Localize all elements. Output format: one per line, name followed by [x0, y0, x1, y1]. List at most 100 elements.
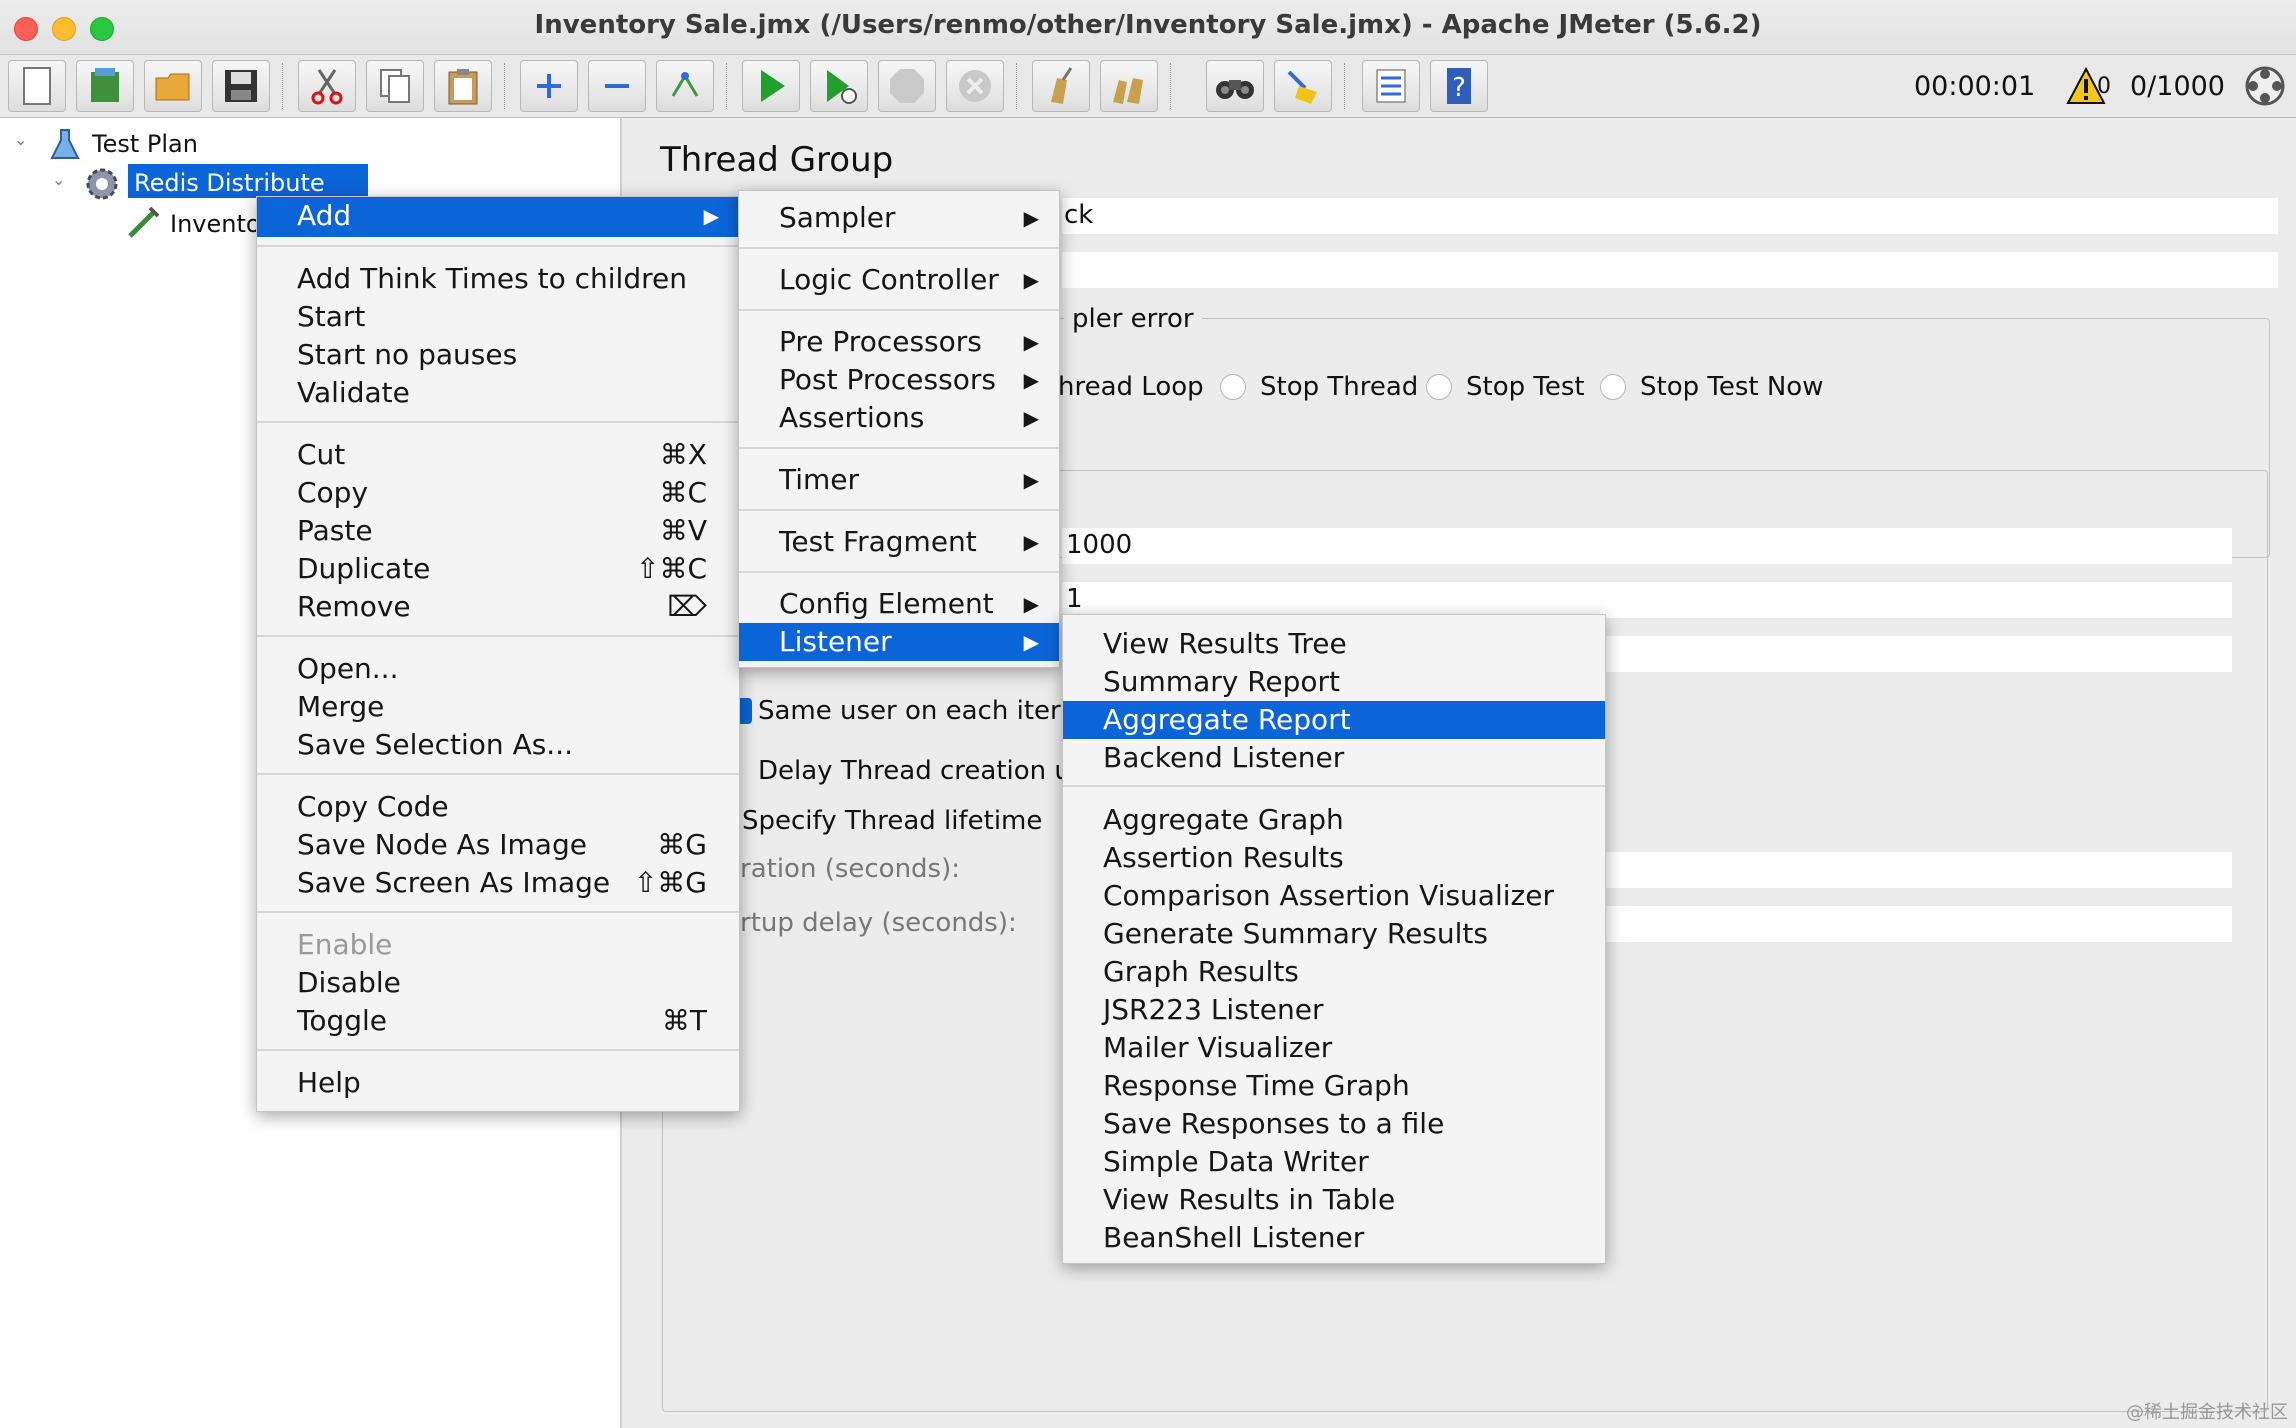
menu-item-save-selection[interactable]: Save Selection As...: [257, 726, 739, 764]
menu-item-view-results-tree[interactable]: View Results Tree: [1063, 625, 1605, 663]
panel-title: Thread Group: [660, 140, 894, 180]
menu-item-aggregate-report[interactable]: Aggregate Report: [1063, 701, 1605, 739]
clear-button[interactable]: [1032, 60, 1090, 112]
menu-item-paste[interactable]: Paste ⌘V: [257, 512, 739, 550]
start-no-pauses-button[interactable]: [810, 60, 868, 112]
new-button[interactable]: [8, 60, 66, 112]
cut-button[interactable]: [298, 60, 356, 112]
menu-item-save-node-image[interactable]: Save Node As Image ⌘G: [257, 826, 739, 864]
menu-item-start[interactable]: Start: [257, 298, 739, 336]
menu-item-graph-results[interactable]: Graph Results: [1063, 953, 1605, 991]
menu-item-start-no-pauses[interactable]: Start no pauses: [257, 336, 739, 374]
chevron-down-icon[interactable]: ⌄: [52, 170, 65, 189]
menu-item-merge[interactable]: Merge: [257, 688, 739, 726]
menu-item-assertions[interactable]: Assertions ▶: [739, 399, 1059, 437]
stop-icon: [890, 69, 924, 103]
gear-icon: [86, 168, 118, 200]
menu-item-assertion-results[interactable]: Assertion Results: [1063, 839, 1605, 877]
collapse-all-button[interactable]: [588, 60, 646, 112]
rampup-field[interactable]: [1062, 582, 2232, 618]
shutdown-button[interactable]: [946, 60, 1004, 112]
menu-item-copy-code[interactable]: Copy Code: [257, 788, 739, 826]
pipette-icon: [128, 206, 160, 238]
menu-item-timer[interactable]: Timer ▶: [739, 461, 1059, 499]
copy-button[interactable]: [366, 60, 424, 112]
menu-item-aggregate-graph[interactable]: Aggregate Graph: [1063, 801, 1605, 839]
thread-status: 0/1000: [2130, 71, 2225, 102]
toggle-icon: [671, 72, 699, 97]
menu-item-post-processors[interactable]: Post Processors ▶: [739, 361, 1059, 399]
rampup-value: 1: [1066, 584, 1083, 614]
tree-item-test-plan[interactable]: Test Plan: [92, 130, 198, 158]
comments-field[interactable]: [1062, 252, 2278, 288]
menu-item-enable: Enable: [297, 928, 393, 961]
menu-item-add[interactable]: Add ▶: [257, 197, 739, 237]
start-button[interactable]: [742, 60, 800, 112]
menu-item-remove[interactable]: Remove ⌦: [257, 588, 739, 626]
menu-item-view-results-table[interactable]: View Results in Table: [1063, 1181, 1605, 1219]
radio-stop-test[interactable]: [1426, 374, 1452, 400]
menu-item-save-responses[interactable]: Save Responses to a file: [1063, 1105, 1605, 1143]
reset-search-button[interactable]: [1274, 60, 1332, 112]
shutdown-icon: [959, 70, 991, 102]
menu-item-listener[interactable]: Listener ▶: [739, 623, 1059, 661]
paste-button[interactable]: [434, 60, 492, 112]
tree-item-thread-group[interactable]: Redis Distribute Lock: [128, 164, 368, 198]
toolbar: ? 00:00:01 0 0/1000: [0, 55, 2296, 118]
window-title: Inventory Sale.jmx (/Users/renmo/other/I…: [534, 10, 1762, 40]
chevron-down-icon[interactable]: ⌄: [14, 130, 27, 149]
delay-thread-label: Delay Thread creation u: [758, 756, 1071, 786]
menu-item-copy[interactable]: Copy ⌘C: [257, 474, 739, 512]
menu-item-pre-processors[interactable]: Pre Processors ▶: [739, 323, 1059, 361]
menu-item-cut[interactable]: Cut ⌘X: [257, 436, 739, 474]
listener-submenu: View Results Tree Summary Report Aggrega…: [1062, 614, 1606, 1264]
expand-all-button[interactable]: [520, 60, 578, 112]
save-button[interactable]: [212, 60, 270, 112]
templates-button[interactable]: [76, 60, 134, 112]
help-icon: ?: [1447, 68, 1471, 104]
menu-item-beanshell-listener[interactable]: BeanShell Listener: [1063, 1219, 1605, 1257]
new-icon: [23, 67, 51, 105]
threads-field[interactable]: [1062, 528, 2232, 564]
menu-item-logic-controller[interactable]: Logic Controller ▶: [739, 261, 1059, 299]
clear-all-button[interactable]: [1100, 60, 1158, 112]
menu-item-add-think-times[interactable]: Add Think Times to children: [257, 260, 739, 298]
radio-stop-test-now[interactable]: [1600, 374, 1626, 400]
reset-search-icon: [1287, 70, 1317, 104]
start-no-pauses-icon: [827, 70, 857, 104]
function-helper-button[interactable]: [1362, 60, 1420, 112]
menu-item-save-screen-image[interactable]: Save Screen As Image ⇧⌘G: [257, 864, 739, 902]
menu-item-simple-data-writer[interactable]: Simple Data Writer: [1063, 1143, 1605, 1181]
menu-item-open[interactable]: Open...: [257, 650, 739, 688]
clear-icon: [1051, 67, 1073, 104]
search-button[interactable]: [1206, 60, 1264, 112]
menu-item-summary-report[interactable]: Summary Report: [1063, 663, 1605, 701]
duration-label: ration (seconds):: [740, 854, 961, 884]
menu-item-backend-listener[interactable]: Backend Listener: [1063, 739, 1605, 777]
add-submenu: Sampler ▶ Logic Controller ▶ Pre Processor…: [738, 190, 1060, 668]
stop-button[interactable]: [878, 60, 936, 112]
name-field[interactable]: [1062, 198, 2278, 234]
menu-item-response-time-graph[interactable]: Response Time Graph: [1063, 1067, 1605, 1105]
menu-item-generate-summary[interactable]: Generate Summary Results: [1063, 915, 1605, 953]
menu-item-sampler[interactable]: Sampler ▶: [739, 199, 1059, 237]
error-action-label: pler error: [1064, 304, 1202, 334]
start-icon: [761, 70, 785, 102]
menu-item-help[interactable]: Help: [257, 1064, 739, 1102]
menu-item-mailer-visualizer[interactable]: Mailer Visualizer: [1063, 1029, 1605, 1067]
search-icon: [1216, 80, 1254, 99]
menu-item-duplicate[interactable]: Duplicate ⇧⌘C: [257, 550, 739, 588]
menu-item-disable[interactable]: Disable: [257, 964, 739, 1002]
help-button[interactable]: ?: [1430, 60, 1488, 112]
tree-item-child[interactable]: Invento: [170, 210, 261, 238]
open-button[interactable]: [144, 60, 202, 112]
menu-item-toggle[interactable]: Toggle ⌘T: [257, 1002, 739, 1040]
toggle-button[interactable]: [656, 60, 714, 112]
menu-item-test-fragment[interactable]: Test Fragment ▶: [739, 523, 1059, 561]
menu-item-jsr223-listener[interactable]: JSR223 Listener: [1063, 991, 1605, 1029]
save-icon: [225, 70, 257, 102]
menu-item-config-element[interactable]: Config Element ▶: [739, 585, 1059, 623]
menu-item-comparison-assertion[interactable]: Comparison Assertion Visualizer: [1063, 877, 1605, 915]
radio-stop-thread[interactable]: [1220, 374, 1246, 400]
menu-item-validate[interactable]: Validate: [257, 374, 739, 412]
